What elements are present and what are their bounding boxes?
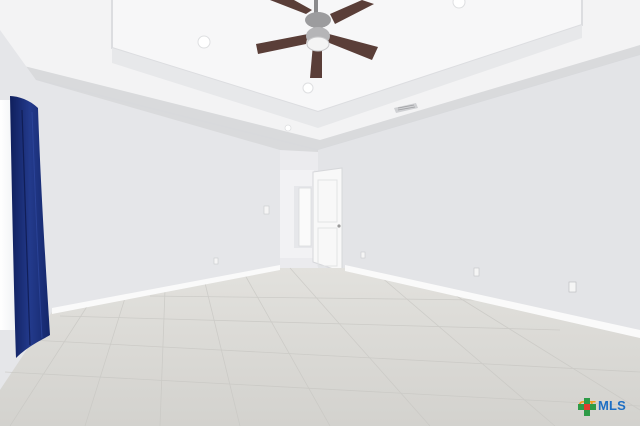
outlet: [213, 257, 219, 265]
room-illustration: [0, 0, 640, 426]
mls-logo-text-2: MLS: [597, 398, 626, 413]
recessed-light: [284, 124, 292, 132]
outlet: [473, 267, 480, 277]
open-door: [312, 167, 343, 273]
mls-logo-icon: [578, 398, 597, 416]
thermostat: [360, 251, 366, 259]
room-photo: CTMLS: [0, 0, 640, 426]
outlet: [568, 281, 577, 293]
hallway-door: [298, 187, 312, 247]
mls-watermark: CTMLS: [578, 398, 626, 416]
light-switch: [263, 205, 270, 215]
recessed-light: [302, 82, 314, 94]
recessed-light: [197, 35, 211, 49]
recessed-light: [452, 0, 466, 9]
door-knob: [337, 224, 341, 228]
